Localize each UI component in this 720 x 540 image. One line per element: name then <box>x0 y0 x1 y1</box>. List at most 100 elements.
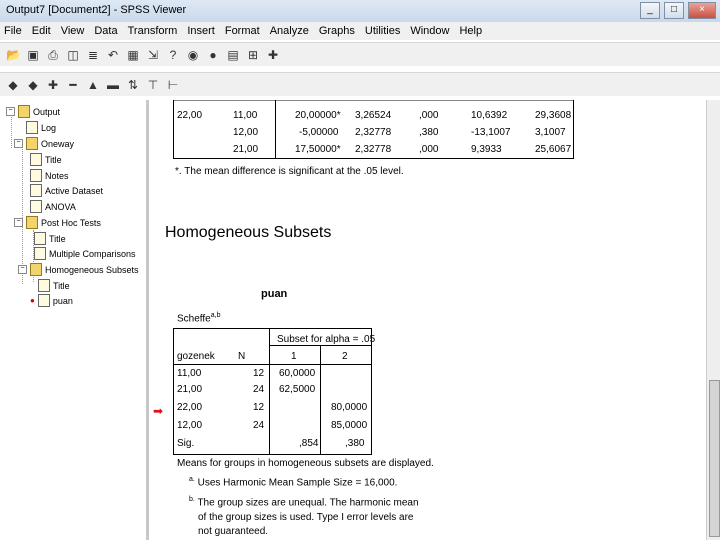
menu-graphs[interactable]: Graphs <box>319 25 355 37</box>
menu-insert[interactable]: Insert <box>187 25 215 37</box>
add-icon[interactable]: ✚ <box>266 48 280 62</box>
tree-item-notes[interactable]: Notes <box>30 169 69 182</box>
close-button[interactable]: × <box>688 2 716 19</box>
print-icon[interactable]: ⎙ <box>46 48 60 62</box>
subset-s2: ,380 <box>345 438 365 449</box>
book-icon <box>26 216 38 229</box>
footnote-a: a. Uses Harmonic Mean Sample Size = 16,0… <box>189 476 397 488</box>
table-border <box>573 100 574 158</box>
tree-label: Title <box>49 233 66 244</box>
col-subset-1: 1 <box>291 351 297 362</box>
save-icon[interactable]: ▣ <box>26 48 40 62</box>
maximize-button[interactable]: □ <box>664 2 684 19</box>
page-icon <box>38 279 50 292</box>
menu-utilities[interactable]: Utilities <box>365 25 400 37</box>
print-preview-icon[interactable]: ◫ <box>66 48 80 62</box>
collapse-toggle-icon[interactable]: − <box>18 265 27 274</box>
menu-format[interactable]: Format <box>225 25 260 37</box>
table-border <box>173 328 371 329</box>
tree-label: Output <box>33 106 61 117</box>
designate-window-icon[interactable]: ● <box>206 48 220 62</box>
mc-lower: -13,1007 <box>471 127 511 138</box>
promote-icon[interactable]: ◆ <box>6 78 20 92</box>
collapse-toggle-icon[interactable]: − <box>14 139 23 148</box>
section-heading: Homogeneous Subsets <box>165 224 332 241</box>
table-border <box>320 345 321 454</box>
tree-item-output[interactable]: − Output <box>6 105 60 118</box>
collapse-toggle-icon[interactable]: − <box>6 107 15 116</box>
undo-icon[interactable]: ↶ <box>106 48 120 62</box>
tree-item-title-3[interactable]: Title <box>38 279 70 292</box>
tree-item-puan[interactable]: ● puan <box>30 294 73 307</box>
menu-window[interactable]: Window <box>410 25 449 37</box>
menu-file[interactable]: File <box>4 25 22 37</box>
export-icon[interactable]: ≣ <box>86 48 100 62</box>
tree-item-multiple-comparisons[interactable]: Multiple Comparisons <box>34 247 136 260</box>
hide-icon[interactable]: ▬ <box>106 78 120 92</box>
show-icon[interactable]: ▲ <box>86 78 100 92</box>
minimize-button[interactable]: _ <box>640 2 660 19</box>
chart-icon[interactable]: ▤ <box>226 48 240 62</box>
demote-icon[interactable]: ◆ <box>26 78 40 92</box>
footnote-a-mark: a. <box>189 476 195 483</box>
subset-n: 12 <box>253 368 265 379</box>
page-icon <box>37 294 50 307</box>
variables-icon[interactable]: ? <box>166 48 180 62</box>
insert-text-icon[interactable]: ⊢ <box>166 78 180 92</box>
vertical-scrollbar[interactable] <box>706 100 720 540</box>
subset-header: Subset for alpha = .05 <box>277 334 376 345</box>
table-border <box>275 100 276 158</box>
tree-item-log[interactable]: Log <box>26 121 56 134</box>
mc-diff: 20,00000* <box>295 110 341 121</box>
table-border <box>173 454 372 455</box>
tree-label: Post Hoc Tests <box>41 217 101 228</box>
mc-compare: 12,00 <box>233 127 259 138</box>
menu-view[interactable]: View <box>61 25 85 37</box>
table-border <box>173 100 573 101</box>
insert-heading-icon[interactable]: ⇅ <box>126 78 140 92</box>
footnote-b-mark: b. <box>189 496 195 503</box>
subset-group: 11,00 <box>177 368 202 379</box>
subset-s2: 85,0000 <box>331 420 368 431</box>
goto-data-icon[interactable]: ▦ <box>126 48 140 62</box>
menu-edit[interactable]: Edit <box>32 25 51 37</box>
table-border <box>173 364 371 365</box>
scrollbar-thumb[interactable] <box>709 380 720 537</box>
mc-group: 22,00 <box>177 110 203 121</box>
mc-se: 3,26524 <box>355 110 392 121</box>
mc-se: 2,32778 <box>355 127 392 138</box>
window-title: Output7 [Document2] - SPSS Viewer <box>6 4 187 16</box>
menu-data[interactable]: Data <box>94 25 117 37</box>
footnote-b-line3: not guaranteed. <box>198 526 269 537</box>
footnote-a-text: Uses Harmonic Mean Sample Size = 16,000. <box>197 477 398 489</box>
tree-item-title-2[interactable]: Title <box>34 232 66 245</box>
tree-item-active-dataset[interactable]: Active Dataset <box>30 184 103 197</box>
tree-item-oneway[interactable]: − Oneway <box>14 137 74 150</box>
title-bar: Output7 [Document2] - SPSS Viewer _ □ × <box>0 0 720 23</box>
footnote-b-line2: of the group sizes is used. Type I error… <box>198 512 414 523</box>
split-icon[interactable]: ⊞ <box>246 48 260 62</box>
goto-case-icon[interactable]: ⇲ <box>146 48 160 62</box>
table-border <box>269 328 270 454</box>
page-icon <box>34 247 46 260</box>
menu-help[interactable]: Help <box>459 25 482 37</box>
table-title: puan <box>261 288 288 300</box>
find-icon[interactable]: ◉ <box>186 48 200 62</box>
insert-title-icon[interactable]: ⊤ <box>146 78 160 92</box>
menu-transform[interactable]: Transform <box>128 25 178 37</box>
footnote-b-text: The group sizes are unequal. The harmoni… <box>197 497 419 509</box>
tree-item-title[interactable]: Title <box>30 153 62 166</box>
mc-upper: 25,6067 <box>535 144 572 155</box>
expand-icon[interactable]: ✚ <box>46 78 60 92</box>
menu-bar: File Edit View Data Transform Insert For… <box>0 22 720 40</box>
collapse-toggle-icon[interactable]: − <box>14 218 23 227</box>
tree-item-post-hoc[interactable]: − Post Hoc Tests <box>14 216 101 229</box>
current-item-arrow-icon: ➡ <box>153 404 164 418</box>
tree-item-homogeneous-subsets[interactable]: − Homogeneous Subsets <box>18 263 139 276</box>
subset-s1: ,854 <box>299 438 319 449</box>
subset-s1: 60,0000 <box>279 368 316 379</box>
collapse-icon[interactable]: ━ <box>66 78 80 92</box>
open-icon[interactable]: 📂 <box>6 48 21 62</box>
menu-analyze[interactable]: Analyze <box>270 25 309 37</box>
tree-item-anova[interactable]: ANOVA <box>30 200 76 213</box>
